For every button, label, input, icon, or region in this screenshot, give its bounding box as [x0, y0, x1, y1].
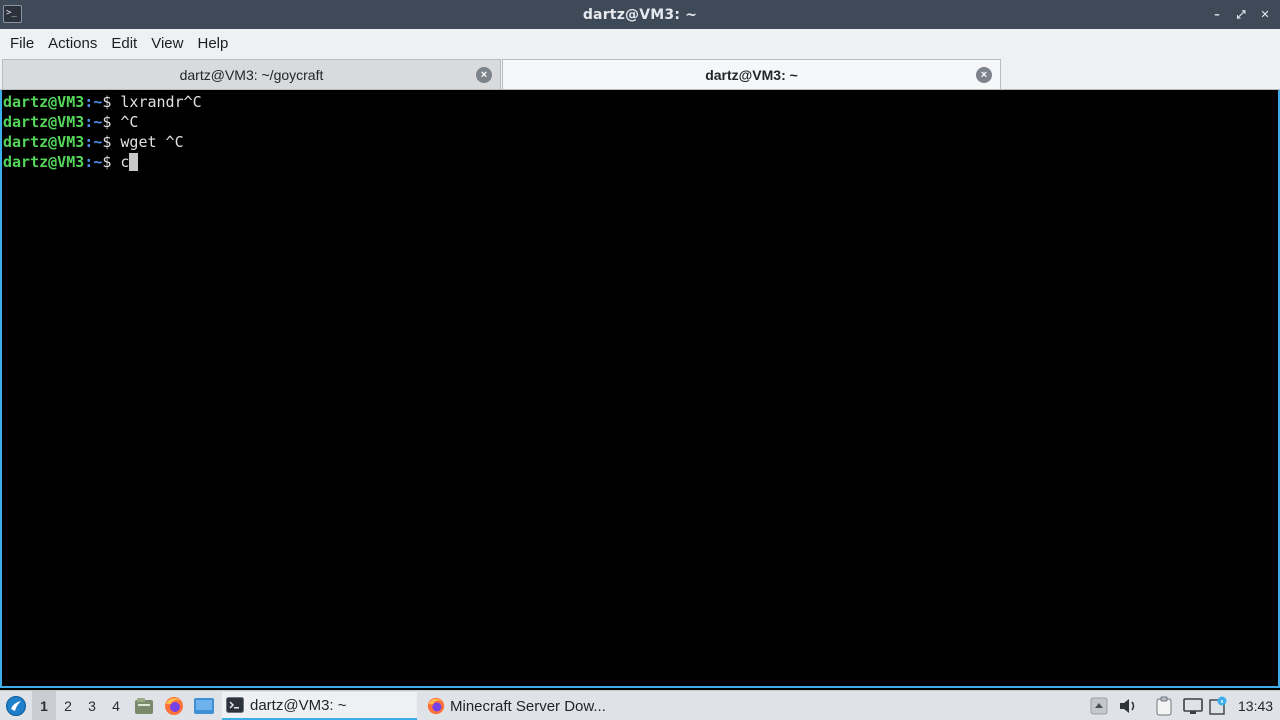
terminal-line: dartz@VM3:~$ c	[3, 152, 1278, 172]
show-desktop-button[interactable]	[193, 691, 215, 720]
terminal-line: dartz@VM3:~$ lxrandr^C	[3, 92, 1278, 112]
lubuntu-logo-icon	[6, 696, 26, 716]
prompt-symbol: $	[102, 133, 121, 151]
tab-label: dartz@VM3: ~	[705, 66, 798, 83]
tab-goycraft[interactable]: dartz@VM3: ~/goycraft ×	[2, 59, 501, 89]
terminal-line: dartz@VM3:~$ wget ^C	[3, 132, 1278, 152]
workspace-1[interactable]: 1	[32, 691, 56, 720]
start-menu-button[interactable]	[5, 691, 27, 720]
workspace-3[interactable]: 3	[80, 691, 104, 720]
prompt-user: dartz@VM3	[3, 133, 85, 151]
command-text: lxrandr^C	[120, 93, 202, 111]
prompt-path: :~	[84, 153, 103, 171]
workspace-switcher: 1 2 3 4	[32, 691, 128, 720]
prompt-symbol: $	[102, 153, 121, 171]
menu-file[interactable]: File	[3, 29, 41, 58]
task-firefox[interactable]: Minecraft Server Dow...	[422, 692, 632, 720]
firefox-icon	[165, 697, 183, 715]
tray-up-arrow-icon	[1090, 697, 1108, 715]
window-controls: – ⤢ ✕	[1210, 0, 1272, 29]
terminal-icon	[226, 697, 244, 713]
menu-actions[interactable]: Actions	[41, 29, 104, 58]
prompt-path: :~	[84, 113, 103, 131]
firefox-icon	[427, 697, 445, 715]
prompt-path: :~	[84, 93, 103, 111]
prompt-path: :~	[84, 133, 103, 151]
menu-view[interactable]: View	[144, 29, 190, 58]
clipboard-button[interactable]	[1155, 691, 1173, 720]
file-manager-icon	[135, 698, 153, 714]
file-manager-launcher[interactable]	[133, 691, 155, 720]
minimize-button[interactable]: –	[1210, 8, 1224, 22]
command-text: ^C	[120, 113, 139, 131]
volume-button[interactable]	[1118, 691, 1138, 720]
prompt-user: dartz@VM3	[3, 113, 85, 131]
terminal-line: dartz@VM3:~$ ^C	[3, 112, 1278, 132]
tab-home[interactable]: dartz@VM3: ~ ×	[502, 59, 1001, 89]
firefox-launcher[interactable]	[163, 691, 185, 720]
prompt-user: dartz@VM3	[3, 93, 85, 111]
workspace-2[interactable]: 2	[56, 691, 80, 720]
menu-bar: File Actions Edit View Help	[0, 29, 1280, 58]
close-button[interactable]: ✕	[1258, 8, 1272, 22]
close-tab-icon[interactable]: ×	[476, 67, 492, 83]
tab-label: dartz@VM3: ~/goycraft	[179, 66, 324, 83]
prompt-user: dartz@VM3	[3, 153, 85, 171]
close-tab-icon[interactable]: ×	[976, 67, 992, 83]
notification-button[interactable]	[1208, 691, 1228, 720]
terminal-output[interactable]: dartz@VM3:~$ lxrandr^C dartz@VM3:~$ ^C d…	[0, 90, 1280, 688]
menu-help[interactable]: Help	[190, 29, 235, 58]
tray-collapse-button[interactable]	[1090, 691, 1108, 720]
tab-bar: dartz@VM3: ~/goycraft × dartz@VM3: ~ ×	[0, 58, 1280, 90]
command-input[interactable]: c	[120, 153, 129, 171]
menu-edit[interactable]: Edit	[104, 29, 144, 58]
clock-time: 13:43	[1238, 698, 1274, 714]
taskbar: 1 2 3 4 dartz@VM3: ~ Minecraft Server Do…	[0, 690, 1280, 720]
task-terminal[interactable]: dartz@VM3: ~	[222, 692, 417, 720]
text-cursor	[129, 153, 139, 171]
clipboard-icon	[1156, 696, 1172, 716]
terminal-app-icon: >_	[3, 5, 22, 23]
volume-icon	[1120, 699, 1135, 713]
info-notification-icon	[1209, 696, 1227, 715]
window-titlebar: >_ dartz@VM3: ~ – ⤢ ✕	[0, 0, 1280, 29]
task-label: dartz@VM3: ~	[250, 696, 347, 714]
prompt-symbol: $	[102, 93, 121, 111]
task-label: Minecraft Server Dow...	[450, 697, 606, 715]
prompt-symbol: $	[102, 113, 121, 131]
workspace-4[interactable]: 4	[104, 691, 128, 720]
window-title: dartz@VM3: ~	[582, 6, 698, 23]
desktop-icon	[194, 698, 214, 714]
network-wired-icon	[1183, 698, 1203, 714]
maximize-button[interactable]: ⤢	[1234, 8, 1248, 22]
clock[interactable]: 13:43	[1238, 691, 1273, 720]
command-text: wget ^C	[120, 133, 184, 151]
network-button[interactable]	[1182, 691, 1204, 720]
